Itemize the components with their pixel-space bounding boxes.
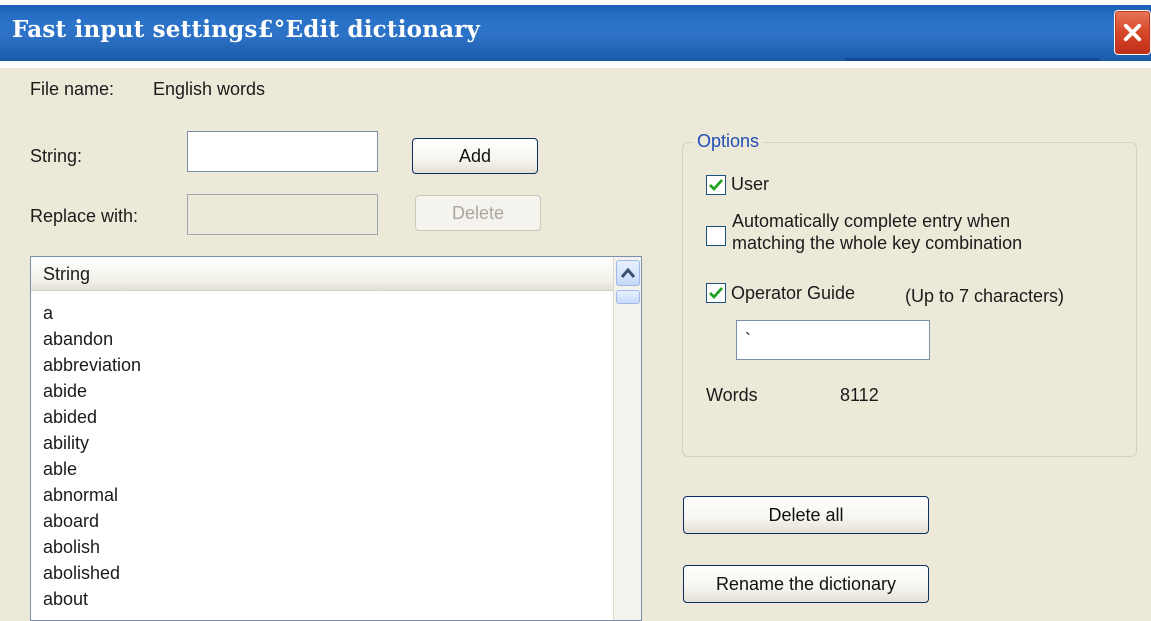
operator-guide-label: Operator Guide xyxy=(731,283,856,303)
user-checkbox[interactable] xyxy=(706,175,726,195)
replace-label: Replace with: xyxy=(30,206,139,226)
list-item[interactable]: ability xyxy=(43,430,603,456)
list-item[interactable]: abandon xyxy=(43,326,603,352)
scroll-up-button[interactable] xyxy=(616,260,640,286)
file-name-label: File name: xyxy=(30,79,115,99)
list-item[interactable]: abolished xyxy=(43,560,603,586)
file-name-value: English words xyxy=(153,79,266,99)
checkmark-icon xyxy=(709,179,724,192)
title-bar: Fast input settings£°Edit dictionary xyxy=(0,0,1151,68)
words-label: Words xyxy=(706,385,758,405)
rename-dictionary-button[interactable]: Rename the dictionary xyxy=(683,565,929,603)
string-list[interactable]: String a abandon abbreviation abide abid… xyxy=(30,256,642,621)
operator-guide-checkbox[interactable] xyxy=(706,283,726,303)
auto-complete-label-line2: matching the whole key combination xyxy=(732,233,1023,253)
title-divider xyxy=(845,58,1100,61)
close-button[interactable] xyxy=(1114,10,1151,55)
list-item[interactable]: a xyxy=(43,300,603,326)
scroll-thumb[interactable] xyxy=(616,290,640,304)
options-title: Options xyxy=(693,131,764,152)
window-title: Fast input settings£°Edit dictionary xyxy=(12,16,481,43)
operator-guide-hint: (Up to 7 characters) xyxy=(905,286,1065,306)
list-items: a abandon abbreviation abide abided abil… xyxy=(43,300,603,612)
list-item[interactable]: abnormal xyxy=(43,482,603,508)
string-input[interactable] xyxy=(187,131,378,172)
delete-button[interactable]: Delete xyxy=(415,195,541,231)
add-button[interactable]: Add xyxy=(412,138,538,174)
list-item[interactable]: abbreviation xyxy=(43,352,603,378)
list-item[interactable]: abided xyxy=(43,404,603,430)
list-item[interactable]: about xyxy=(43,586,603,612)
list-item[interactable]: aboard xyxy=(43,508,603,534)
auto-complete-label-line1: Automatically complete entry when xyxy=(732,211,1011,231)
replace-input[interactable] xyxy=(187,194,378,235)
chevron-up-icon xyxy=(620,267,636,278)
list-item[interactable]: abide xyxy=(43,378,603,404)
list-column-header[interactable]: String xyxy=(31,257,613,291)
operator-guide-input[interactable] xyxy=(736,320,930,360)
user-label: User xyxy=(731,174,770,194)
title-band[interactable]: Fast input settings£°Edit dictionary xyxy=(0,5,1151,61)
auto-complete-checkbox[interactable] xyxy=(706,226,726,246)
close-icon xyxy=(1123,23,1142,42)
delete-all-button[interactable]: Delete all xyxy=(683,496,929,534)
list-item[interactable]: able xyxy=(43,456,603,482)
words-count: 8112 xyxy=(840,385,879,405)
list-header-label: String xyxy=(43,264,91,284)
string-label: String: xyxy=(30,146,83,166)
checkmark-icon xyxy=(709,287,724,300)
list-scrollbar[interactable] xyxy=(613,257,641,620)
list-item[interactable]: abolish xyxy=(43,534,603,560)
